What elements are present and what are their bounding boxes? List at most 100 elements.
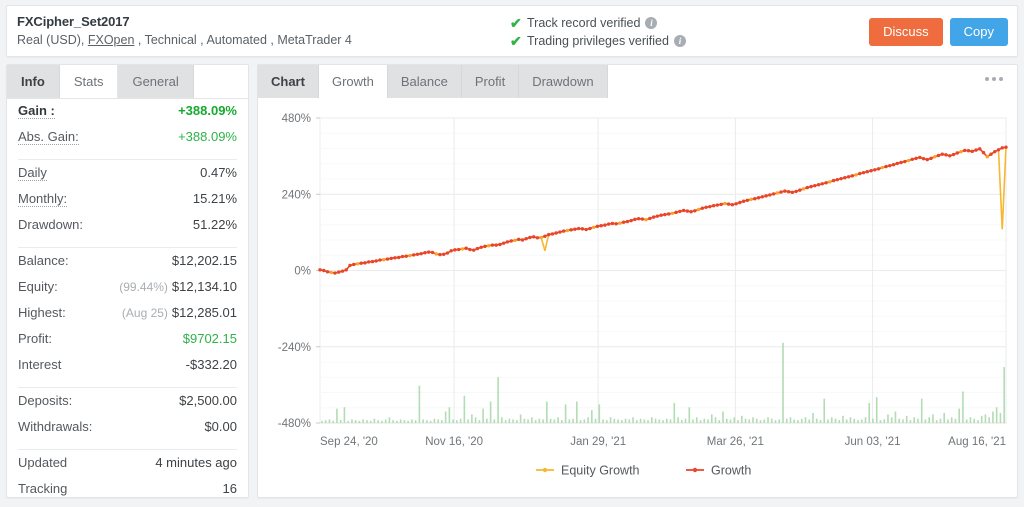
x-axis-tick-label: Aug 16, '21 [948,436,1006,448]
tab-general[interactable]: General [118,65,194,98]
copy-button[interactable]: Copy [949,18,1008,46]
more-horizontal-icon[interactable] [985,77,1003,81]
stat-label-withdrawals: Withdrawals: [18,419,93,434]
tab-growth[interactable]: Growth [318,65,388,98]
stat-label-highest: Highest: [18,305,66,320]
stat-label-abs-gain[interactable]: Abs. Gain: [18,129,79,145]
track-record-verified-row: ✔ Track record verified i [510,14,686,32]
tab-stats[interactable]: Stats [59,65,119,98]
divider [18,387,237,388]
page-root: FXCipher_Set2017 Real (USD), FXOpen , Te… [0,0,1024,506]
stat-label-deposits: Deposits: [18,393,73,408]
info-icon[interactable]: i [673,35,686,47]
stat-label-interest: Interest [18,357,62,372]
stat-row-profit: Profit: $9702.15 [18,331,237,357]
tab-bar-filler [193,65,248,98]
stat-label-monthly[interactable]: Monthly: [18,191,68,207]
x-axis-tick-label: Jan 29, '21 [570,436,626,448]
growth-chart: 480% 240% 0% -240% -480% Sep 24, '20 Nov 16, '… [258,98,1017,499]
stat-value-equity-group: (99.44%) $12,134.10 [119,279,237,294]
tab-drawdown[interactable]: Drawdown [519,65,608,98]
info-icon[interactable]: i [645,17,658,29]
stat-label-equity: Equity: [18,279,58,294]
stat-label-balance: Balance: [18,253,69,268]
stat-row-highest: Highest: (Aug 25) $12,285.01 [18,305,237,331]
chart-panel: Chart Growth Balance Profit Drawdown 480… [257,64,1018,498]
stat-value-balance: $12,202.15 [171,253,237,268]
stat-row-withdrawals: Withdrawals: $0.00 [18,419,237,445]
y-axis-tick-label: 480% [282,113,311,125]
legend-label: Growth [711,464,751,478]
stat-value-tracking: 16 [222,481,237,496]
legend-label: Equity Growth [561,464,640,478]
header-actions: Discuss Copy [869,18,1008,46]
stat-value-highest: $12,285.01 [171,305,237,320]
stat-value-equity: $12,134.10 [171,279,237,294]
stat-value-monthly: 15.21% [192,191,237,206]
stat-label-daily[interactable]: Daily [18,165,47,181]
stat-value-withdrawals: $0.00 [204,419,237,434]
verification-badges: ✔ Track record verified i ✔ Trading priv… [510,14,686,50]
stat-value-abs-gain: +388.09% [178,129,237,144]
stat-value-profit: $9702.15 [182,331,237,346]
stat-row-drawdown: Drawdown: 51.22% [18,217,237,243]
account-subtitle: Real (USD), FXOpen , Technical , Automat… [17,31,352,49]
x-axis-tick-label: Mar 26, '21 [707,436,764,448]
stat-row-tracking: Tracking 16 [18,481,237,507]
y-axis-tick-label: 0% [294,266,311,278]
stat-row-deposits: Deposits: $2,500.00 [18,393,237,419]
y-axis-tick-label: -480% [278,418,311,430]
x-axis-tick-label: Jun 03, '21 [845,436,901,448]
tab-profit[interactable]: Profit [461,65,520,98]
broker-link[interactable]: FXOpen [88,33,135,47]
divider [18,449,237,450]
stat-prefix-highest: (Aug 25) [121,306,168,320]
account-name: FXCipher_Set2017 [17,14,130,29]
stat-value-interest: -$332.20 [185,357,237,372]
stat-value-updated: 4 minutes ago [155,455,237,470]
discuss-button[interactable]: Discuss [869,18,943,46]
stat-label-gain[interactable]: Gain : [18,103,55,119]
stat-prefix-equity: (99.44%) [119,280,168,294]
stat-value-deposits: $2,500.00 [179,393,237,408]
stat-row-equity: Equity: (99.44%) $12,134.10 [18,279,237,305]
track-record-verified-label: Track record verified [527,16,641,30]
chart-tab-bar: Chart Growth Balance Profit Drawdown [258,65,1017,98]
stat-label-tracking: Tracking [18,481,68,496]
check-icon: ✔ [510,15,522,31]
growth-chart-svg: 480% 240% 0% -240% -480% Sep 24, '20 Nov 16, '… [278,113,1008,478]
stat-value-gain: +388.09% [178,103,237,118]
account-identity: FXCipher_Set2017 Real (USD), FXOpen , Te… [7,13,352,49]
x-axis-tick-label: Sep 24, '20 [320,436,378,448]
tab-info[interactable]: Info [7,65,60,98]
trading-privileges-verified-row: ✔ Trading privileges verified i [510,32,686,50]
y-axis-tick-label: -240% [278,342,311,354]
y-axis-tick-label: 240% [282,189,311,201]
account-header: FXCipher_Set2017 Real (USD), FXOpen , Te… [6,5,1018,57]
divider [18,159,237,160]
chart-tab-filler [607,65,1017,98]
stat-label-drawdown: Drawdown: [18,217,84,232]
stat-row-abs-gain: Abs. Gain: +388.09% [18,129,237,155]
stat-row-balance: Balance: $12,202.15 [18,253,237,279]
stat-row-interest: Interest -$332.20 [18,357,237,383]
trading-privileges-verified-label: Trading privileges verified [527,34,669,48]
stat-value-highest-group: (Aug 25) $12,285.01 [122,305,237,320]
stats-list: Gain : +388.09% Abs. Gain: +388.09% Dail… [7,99,248,507]
stat-label-profit: Profit: [18,331,52,346]
chart-legend: Equity Growth Growth [536,464,751,478]
stat-label-updated: Updated [18,455,68,470]
content-area: Info Stats General Gain : +388.09% Abs. … [6,64,1018,498]
tab-balance[interactable]: Balance [387,65,462,98]
stat-row-daily: Daily 0.47% [18,165,237,191]
x-axis-tick-label: Nov 16, '20 [425,436,483,448]
account-tags: , Technical , Automated , MetaTrader 4 [134,33,352,47]
check-icon: ✔ [510,33,522,49]
stat-value-drawdown: 51.22% [192,217,237,232]
stat-row-updated: Updated 4 minutes ago [18,455,237,481]
divider [18,247,237,248]
stats-panel: Info Stats General Gain : +388.09% Abs. … [6,64,249,498]
account-type: Real (USD), [17,33,88,47]
stat-row-gain: Gain : +388.09% [18,103,237,129]
stats-tab-bar: Info Stats General [7,65,248,99]
